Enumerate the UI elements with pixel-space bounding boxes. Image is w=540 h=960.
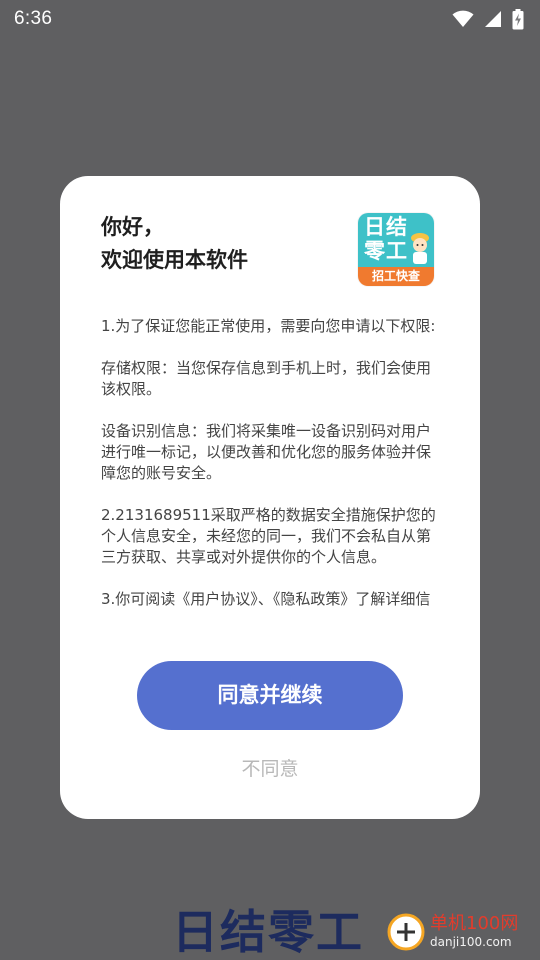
paragraph: 1.为了保证您能正常使用，需要向您申请以下权限: — [101, 317, 436, 335]
paragraph: 3.你可阅读《用户协议》、《隐私政策》了解详细信息。 — [101, 590, 431, 612]
wifi-icon — [452, 10, 474, 27]
paragraph: 存储权限：当您保存信息到手机上时，我们会使用该权限。 — [101, 359, 432, 398]
paragraph: 设备识别信息：我们将采集唯一设备识别码对用户进行唯一标记，以便改善和优化您的服务… — [101, 422, 432, 482]
logo-tagline: 招工快查 — [358, 267, 434, 286]
logo-title-line-2: 零工 — [364, 239, 408, 263]
cell-signal-icon — [485, 11, 501, 27]
logo-title: 日结 零工 — [364, 215, 410, 263]
paragraph: 2.2131689511采取严格的数据安全措施保护您的个人信息安全，未经您的同一… — [101, 506, 436, 566]
app-logo: 日结 零工 招工快查 — [358, 213, 434, 286]
greeting-line-2: 欢迎使用本软件 — [101, 248, 248, 272]
plus-circle-icon — [387, 913, 425, 951]
battery-charging-icon — [512, 8, 524, 29]
worker-mascot-icon — [411, 233, 429, 264]
disagree-button[interactable]: 不同意 — [60, 752, 480, 786]
watermark-text: 单机100网 danji100.com — [430, 914, 518, 950]
watermark-site-url: danji100.com — [430, 935, 512, 949]
permissions-text[interactable]: 1.为了保证您能正常使用，需要向您申请以下权限: 存储权限：当您保存信息到手机上… — [101, 316, 441, 612]
status-time: 6:36 — [14, 8, 53, 29]
status-bar: 6:36 — [0, 0, 540, 38]
dialog-greeting: 你好， 欢迎使用本软件 — [101, 211, 248, 277]
watermark-site-name: 单机100网 — [430, 913, 519, 934]
logo-title-line-1: 日结 — [364, 215, 408, 239]
privacy-dialog: 你好， 欢迎使用本软件 日结 零工 招工快查 1.为了保证您能正常使用，需要向您… — [60, 176, 480, 819]
watermark-site: 单机100网 danji100.com — [386, 912, 518, 952]
status-icons — [452, 8, 524, 30]
greeting-line-1: 你好， — [101, 215, 164, 239]
watermark-brand: 日结零工 — [172, 905, 364, 959]
agree-continue-button[interactable]: 同意并继续 — [137, 661, 403, 730]
